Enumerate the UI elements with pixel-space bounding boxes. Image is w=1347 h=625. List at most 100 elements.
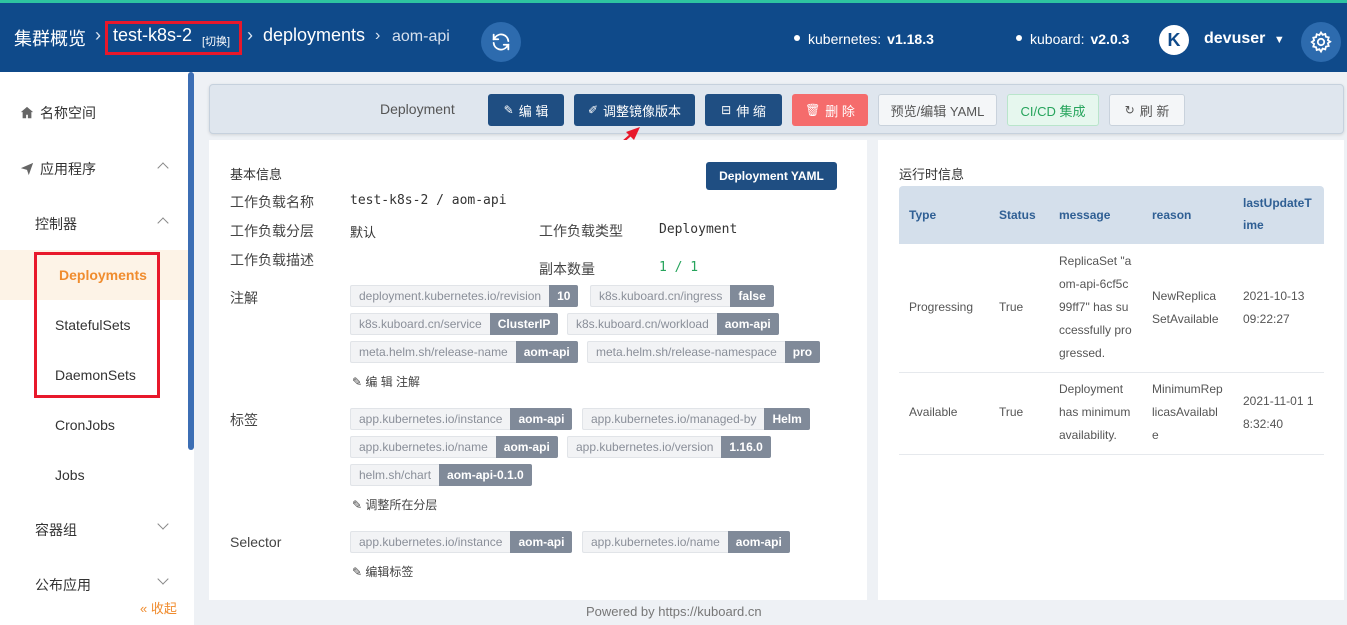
table-cell-reason: MinimumRep licasAvailabl e (1152, 382, 1223, 442)
button-label: 编 辑 (518, 103, 549, 119)
edit-labels-link[interactable]: ✎ 编辑标签 (352, 563, 413, 580)
workload-name-value: test-k8s-2 / aom-api (350, 193, 507, 208)
replicas-label: 副本数量 (539, 261, 595, 277)
label-tag: app.kubernetes.io/instance aom-api (350, 408, 573, 430)
basic-info-title: 基本信息 (230, 167, 283, 182)
edit-button[interactable]: ✎ 编 辑 (488, 94, 564, 126)
pencil-icon: ✐ (587, 103, 599, 117)
edit-yaml-button[interactable]: 预览/编辑 YAML (878, 94, 997, 126)
send-icon (20, 162, 34, 176)
labels-label: 标签 (230, 412, 258, 428)
collapse-sidebar-button[interactable]: « 收起 (140, 598, 177, 617)
selector-tag: app.kubernetes.io/name aom-api (582, 531, 790, 553)
refresh-icon: ↻ (1124, 103, 1135, 117)
workload-type-value: Deployment (659, 222, 738, 237)
annotation-tag: k8s.kuboard.cn/service ClusterIP (350, 313, 559, 335)
refresh-icon (492, 33, 510, 51)
button-label: 调整镜像版本 (603, 103, 682, 119)
gear-icon (1310, 30, 1332, 54)
table-cell-type: Progressing (909, 300, 974, 314)
bullet-icon (794, 35, 800, 42)
sidebar-item-jobs[interactable]: Jobs (55, 467, 85, 483)
cicd-button[interactable]: CI/CD 集成 (1007, 94, 1099, 126)
home-icon (20, 106, 34, 119)
table-cell-type: Available (909, 405, 958, 419)
settings-button[interactable] (1301, 22, 1341, 62)
table-row-divider (899, 372, 1324, 373)
table-cell-time: 2021-11-01 1 8:32:40 (1243, 394, 1314, 431)
column-header-last-update-time: lastUpdateT ime (1243, 196, 1312, 232)
sidebar-item-publish[interactable]: 公布应用 (35, 575, 91, 595)
sidebar-item-controllers[interactable]: 控制器 (35, 214, 77, 234)
button-label: 删 除 (825, 103, 855, 119)
toolbar-title: Deployment (380, 101, 455, 117)
annotation-highlight-box (34, 252, 160, 398)
workload-layer-value: 默认 (350, 226, 377, 241)
table-cell-message: ReplicaSet "a om-api-6cf5c 99ff7" has su cc… (1059, 254, 1132, 360)
table-cell-status: True (999, 300, 1024, 314)
column-header-status: Status (999, 208, 1036, 222)
adjust-layer-link[interactable]: ✎ 调整所在分层 (352, 496, 437, 513)
edit-icon: ✎ (352, 498, 366, 512)
label-tag: app.kubernetes.io/managed-by Helm (582, 408, 810, 430)
refresh-button[interactable]: ↻ 刷 新 (1109, 94, 1185, 126)
breadcrumb-separator: › (247, 25, 253, 45)
link-label: 编辑标签 (365, 565, 414, 579)
annotation-highlight-box (105, 21, 242, 55)
workload-type-label: 工作负载类型 (539, 223, 623, 239)
label-tag: helm.sh/chart aom-api-0.1.0 (350, 464, 532, 486)
annotation-tag: k8s.kuboard.cn/workload aom-api (567, 313, 779, 335)
table-cell-message: Deployment has minimum availability. (1059, 382, 1131, 442)
sidebar-item-cronjobs[interactable]: CronJobs (55, 417, 115, 433)
workload-layer-label: 工作负载分层 (230, 223, 314, 239)
button-label: 刷 新 (1139, 103, 1170, 119)
column-header-message: message (1059, 208, 1111, 222)
edit-icon: ✎ (503, 103, 514, 117)
table-cell-time: 2021-10-13 09:22:27 (1243, 289, 1305, 326)
breadcrumb-cluster-overview[interactable]: 集群概览 (14, 25, 86, 51)
delete-button[interactable]: 🗑 删 除 (792, 94, 868, 126)
sidebar-item-label: 应用程序 (40, 161, 96, 177)
annotation-tag: deployment.kubernetes.io/revision 10 (350, 285, 579, 307)
breadcrumb-separator: › (95, 25, 101, 45)
sidebar-item-apps[interactable]: 应用程序 (20, 159, 96, 179)
column-header-reason: reason (1152, 208, 1192, 222)
selector-label: Selector (230, 534, 282, 550)
username: devuser (1204, 30, 1266, 47)
breadcrumb-workload: aom-api (392, 28, 450, 45)
user-menu[interactable]: devuser ▼ (1204, 30, 1285, 48)
link-label: 编 辑 注解 (365, 375, 421, 389)
annotation-tag: meta.helm.sh/release-name aom-api (350, 341, 578, 363)
annotation-tag: k8s.kuboard.cn/ingress false (590, 285, 774, 307)
sidebar-scrollbar[interactable] (188, 72, 194, 450)
sidebar-item-label: 名称空间 (40, 105, 96, 121)
deployment-yaml-button[interactable]: Deployment YAML (706, 162, 837, 190)
breadcrumb-separator: › (375, 27, 381, 44)
table-row-divider (899, 454, 1324, 455)
sidebar-item-namespace[interactable]: 名称空间 (20, 103, 96, 123)
link-label: 调整所在分层 (365, 498, 438, 512)
kubernetes-version: kubernetes: v1.18.3 (794, 31, 934, 47)
edit-annotations-link[interactable]: ✎ 编 辑 注解 (352, 373, 420, 390)
table-cell-reason: NewReplica SetAvailable (1152, 289, 1219, 326)
breadcrumb-deployments[interactable]: deployments (263, 25, 365, 46)
trash-icon: 🗑 (805, 103, 821, 117)
table-cell-status: True (999, 405, 1024, 419)
label-tag: app.kubernetes.io/version 1.16.0 (567, 436, 771, 458)
scale-button[interactable]: ⊟ 伸 缩 (705, 94, 782, 126)
workload-name-label: 工作负载名称 (230, 194, 314, 210)
kuboard-version: kuboard: v2.0.3 (1016, 31, 1129, 47)
annotation-tag: meta.helm.sh/release-namespace pro (587, 341, 821, 363)
avatar[interactable]: K (1159, 25, 1189, 55)
workload-desc-label: 工作负载描述 (230, 252, 314, 268)
scale-icon: ⊟ (721, 103, 732, 117)
selector-tag: app.kubernetes.io/instance aom-api (350, 531, 573, 553)
column-header-type: Type (909, 208, 937, 222)
refresh-cluster-button[interactable] (481, 22, 521, 62)
label-tag: app.kubernetes.io/name aom-api (350, 436, 558, 458)
edit-icon: ✎ (352, 565, 366, 579)
caret-down-icon: ▼ (1273, 34, 1285, 46)
sidebar-item-pods[interactable]: 容器组 (35, 520, 77, 540)
runtime-info-title: 运行时信息 (899, 167, 965, 182)
footer-powered-by[interactable]: Powered by https://kuboard.cn (586, 604, 762, 619)
